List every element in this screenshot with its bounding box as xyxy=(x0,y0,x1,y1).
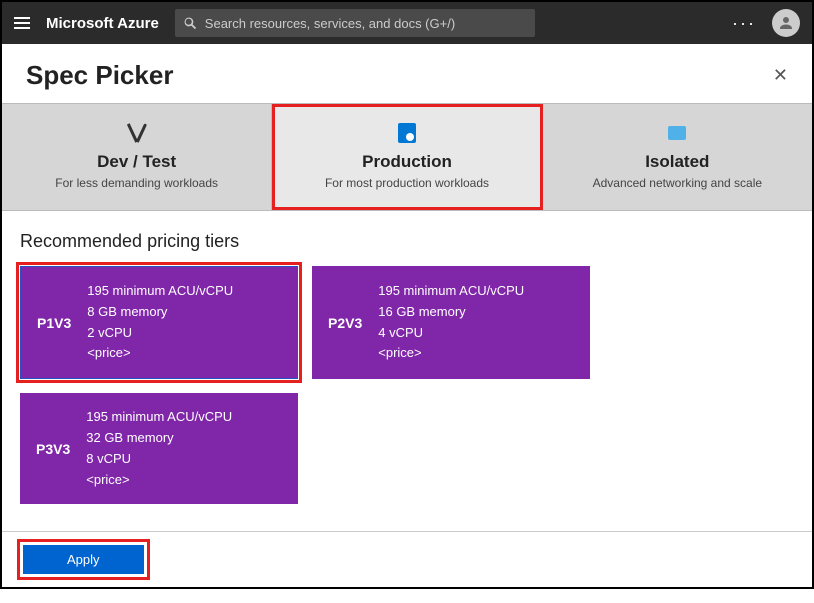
spec-memory: 32 GB memory xyxy=(86,428,232,449)
workload-tabs: Dev / Test For less demanding workloads … xyxy=(2,103,812,211)
spec-vcpu: 2 vCPU xyxy=(87,323,233,344)
tab-dev-test[interactable]: Dev / Test For less demanding workloads xyxy=(2,104,272,210)
spec-memory: 8 GB memory xyxy=(87,302,233,323)
tab-subtitle: For most production workloads xyxy=(280,176,533,190)
spec-vcpu: 8 vCPU xyxy=(86,449,232,470)
blade-header: Spec Picker ✕ xyxy=(2,44,812,103)
pricing-card-p3v3[interactable]: P3V3 195 minimum ACU/vCPU 32 GB memory 8… xyxy=(20,393,298,504)
brand-label: Microsoft Azure xyxy=(46,15,159,32)
hamburger-menu-icon[interactable] xyxy=(14,17,30,29)
footer-bar: Apply xyxy=(2,531,812,587)
server-icon xyxy=(280,120,533,146)
pricing-section: Recommended pricing tiers P1V3 195 minim… xyxy=(2,211,812,512)
spec-acu: 195 minimum ACU/vCPU xyxy=(378,281,524,302)
tier-specs: 195 minimum ACU/vCPU 32 GB memory 8 vCPU… xyxy=(86,407,232,490)
top-navigation-bar: Microsoft Azure ··· xyxy=(2,2,812,44)
pricing-card-p2v3[interactable]: P2V3 195 minimum ACU/vCPU 16 GB memory 4… xyxy=(312,266,590,379)
spec-price: <price> xyxy=(378,343,524,364)
tab-production[interactable]: Production For most production workloads xyxy=(272,104,542,210)
tools-icon xyxy=(10,120,263,146)
tab-isolated[interactable]: Isolated Advanced networking and scale xyxy=(543,104,812,210)
person-icon xyxy=(777,14,795,32)
tab-title: Production xyxy=(280,152,533,172)
spec-memory: 16 GB memory xyxy=(378,302,524,323)
section-title: Recommended pricing tiers xyxy=(20,231,794,252)
pricing-card-p1v3[interactable]: P1V3 195 minimum ACU/vCPU 8 GB memory 2 … xyxy=(20,266,298,379)
search-input[interactable] xyxy=(205,16,527,31)
search-icon xyxy=(183,16,197,30)
user-avatar[interactable] xyxy=(772,9,800,37)
apply-highlight: Apply xyxy=(20,542,147,577)
tier-specs: 195 minimum ACU/vCPU 8 GB memory 2 vCPU … xyxy=(87,281,233,364)
tier-name: P2V3 xyxy=(328,315,362,331)
tab-subtitle: Advanced networking and scale xyxy=(551,176,804,190)
tier-name: P3V3 xyxy=(36,441,70,457)
tier-specs: 195 minimum ACU/vCPU 16 GB memory 4 vCPU… xyxy=(378,281,524,364)
spec-acu: 195 minimum ACU/vCPU xyxy=(87,281,233,302)
apply-button[interactable]: Apply xyxy=(23,545,144,574)
tab-title: Dev / Test xyxy=(10,152,263,172)
page-title: Spec Picker xyxy=(26,60,173,91)
more-menu-icon[interactable]: ··· xyxy=(732,13,756,34)
tab-title: Isolated xyxy=(551,152,804,172)
global-search[interactable] xyxy=(175,9,535,37)
content-scroll[interactable]: Dev / Test For less demanding workloads … xyxy=(2,103,812,603)
spec-price: <price> xyxy=(87,343,233,364)
tab-subtitle: For less demanding workloads xyxy=(10,176,263,190)
spec-price: <price> xyxy=(86,470,232,491)
spec-vcpu: 4 vCPU xyxy=(378,323,524,344)
tier-name: P1V3 xyxy=(37,315,71,331)
spec-acu: 195 minimum ACU/vCPU xyxy=(86,407,232,428)
pricing-cards: P1V3 195 minimum ACU/vCPU 8 GB memory 2 … xyxy=(20,266,794,504)
close-icon[interactable]: ✕ xyxy=(773,65,788,86)
network-icon xyxy=(551,120,804,146)
